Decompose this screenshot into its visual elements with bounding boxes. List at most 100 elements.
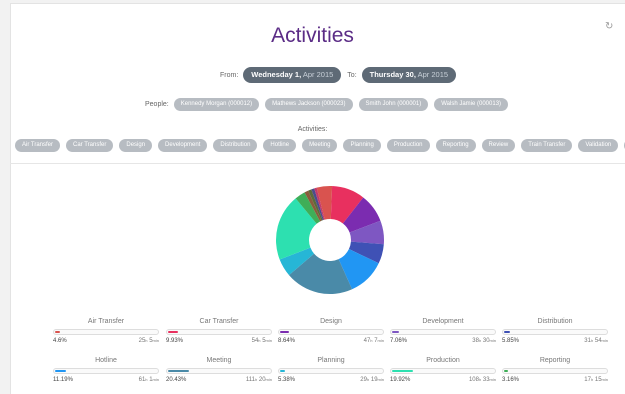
activity-chip[interactable]: Car Transfer [66, 139, 114, 152]
stat-percent: 9.93% [166, 338, 184, 344]
date-range: From: Wednesday 1, Apr 2015 To: Thursday… [220, 67, 462, 83]
stat-minutes-unit: min [265, 338, 272, 343]
stat-hours: 29 [360, 377, 367, 383]
stat-hotline: Hotline 11.19% 61h 1min [53, 357, 159, 383]
stat-hours-unit: h [478, 338, 482, 343]
stat-percent: 5.85% [502, 338, 520, 344]
stat-reporting: Reporting 3.16% 17h 15min [502, 357, 608, 383]
stat-percent: 7.06% [390, 338, 408, 344]
stat-minutes: 20 [258, 377, 266, 383]
person-chip[interactable]: Walsh Jamie (000013) [434, 98, 509, 111]
stat-minutes-unit: min [489, 338, 496, 343]
stat-production: Production 19.92% 108h 33min [390, 357, 496, 383]
activity-chip[interactable]: Review [481, 139, 516, 152]
stat-bar [502, 368, 608, 374]
stat-hours-unit: h [145, 338, 148, 343]
stat-hours-unit: h [590, 338, 594, 343]
stat-minutes-unit: min [489, 377, 496, 382]
stat-duration: 31h 54min [584, 338, 608, 344]
stat-bar [278, 368, 384, 374]
people-label: People: [145, 101, 169, 108]
activity-chip[interactable]: Validation [578, 139, 619, 152]
stat-duration: 17h 15min [584, 377, 608, 383]
stat-name: Distribution [537, 318, 573, 325]
person-chip[interactable]: Kennedy Morgan (000012) [173, 98, 260, 111]
stat-hours-unit: h [478, 377, 482, 382]
from-date-button[interactable]: Wednesday 1, Apr 2015 [243, 67, 342, 83]
stat-hours-unit: h [145, 377, 148, 382]
stat-hours-unit: h [258, 338, 261, 343]
stat-percent: 8.64% [278, 338, 296, 344]
stat-duration: 108h 33min [469, 377, 496, 383]
stat-bar-fill [168, 331, 179, 333]
stat-name: Reporting [539, 357, 571, 364]
stat-minutes: 19 [370, 377, 378, 383]
stat-name: Car Transfer [199, 318, 239, 325]
stat-minutes-unit: min [601, 377, 608, 382]
activity-chip[interactable]: Planning [343, 139, 381, 152]
stat-bar-fill [280, 370, 286, 372]
activity-chip[interactable]: Reporting [435, 139, 476, 152]
person-chip[interactable]: Smith John (000001) [358, 98, 429, 111]
activity-chip[interactable]: Meeting [302, 139, 338, 152]
stat-duration: 61h 1min [139, 377, 159, 383]
stat-minutes-unit: min [152, 377, 159, 382]
stat-hours-unit: h [366, 377, 370, 382]
section-divider [10, 163, 625, 164]
stat-bar-fill [168, 370, 189, 372]
stat-duration: 38h 30min [472, 338, 496, 344]
stat-values: 3.16% 17h 15min [502, 377, 608, 383]
activity-chip[interactable]: Air Transfer [15, 139, 61, 152]
to-date-button[interactable]: Thursday 30, Apr 2015 [361, 67, 457, 83]
activity-chip[interactable]: Hotline [263, 139, 297, 152]
stat-hours-unit: h [370, 338, 373, 343]
to-label: To: [347, 71, 357, 79]
stat-duration: 47h 7min [364, 338, 384, 344]
stat-minutes-unit: min [265, 377, 272, 382]
people-filter: People: Kennedy Morgan (000012) Mathews J… [145, 98, 514, 111]
page-title: Activities [271, 24, 354, 47]
stat-minutes-unit: min [377, 338, 384, 343]
from-day: Wednesday 1, [251, 70, 302, 79]
stat-values: 9.93% 54h 5min [166, 338, 272, 344]
activity-chip[interactable]: Development [158, 139, 208, 152]
stat-percent: 3.16% [502, 377, 520, 383]
stat-air-transfer: Air Transfer 4.6% 25h 5min [53, 318, 159, 344]
stat-values: 5.85% 31h 54min [502, 338, 608, 344]
stat-bar [278, 329, 384, 335]
from-month-year: Apr 2015 [302, 70, 334, 79]
stat-hours: 108 [468, 377, 479, 383]
stat-duration: 111h 20min [246, 377, 272, 383]
activity-chip[interactable]: Production [386, 139, 430, 152]
stat-planning: Planning 5.38% 29h 19min [278, 357, 384, 383]
stat-name: Planning [317, 357, 345, 364]
stat-percent: 5.38% [278, 377, 296, 383]
stat-hours-unit: h [590, 377, 594, 382]
to-month-year: Apr 2015 [417, 70, 449, 79]
activities-donut-chart [276, 186, 384, 294]
stat-minutes-unit: min [601, 338, 608, 343]
stat-minutes-unit: min [152, 338, 159, 343]
stat-minutes: 33 [482, 377, 490, 383]
stat-name: Hotline [95, 357, 117, 364]
stat-development: Development 7.06% 38h 30min [390, 318, 496, 344]
stat-bar-fill [280, 331, 290, 333]
stat-bar-fill [504, 331, 511, 333]
stat-name: Design [320, 318, 342, 325]
stat-bar [53, 368, 159, 374]
stat-bar [502, 329, 608, 335]
stat-hours: 111 [245, 377, 255, 383]
activity-chip[interactable]: Distribution [213, 139, 258, 152]
stat-minutes-unit: min [377, 377, 384, 382]
activity-chip[interactable]: Design [119, 139, 153, 152]
stat-values: 7.06% 38h 30min [390, 338, 496, 344]
activity-chip[interactable]: Train Transfer [521, 139, 573, 152]
person-chip[interactable]: Mathews Jackson (000023) [265, 98, 353, 111]
stat-hours-unit: h [254, 377, 258, 382]
stat-values: 4.6% 25h 5min [53, 338, 159, 344]
stat-bar-fill [392, 370, 413, 372]
stat-values: 8.64% 47h 7min [278, 338, 384, 344]
activities-label-row: Activities: [0, 126, 625, 133]
stat-meeting: Meeting 20.43% 111h 20min [166, 357, 272, 383]
stat-percent: 4.6% [53, 338, 67, 344]
